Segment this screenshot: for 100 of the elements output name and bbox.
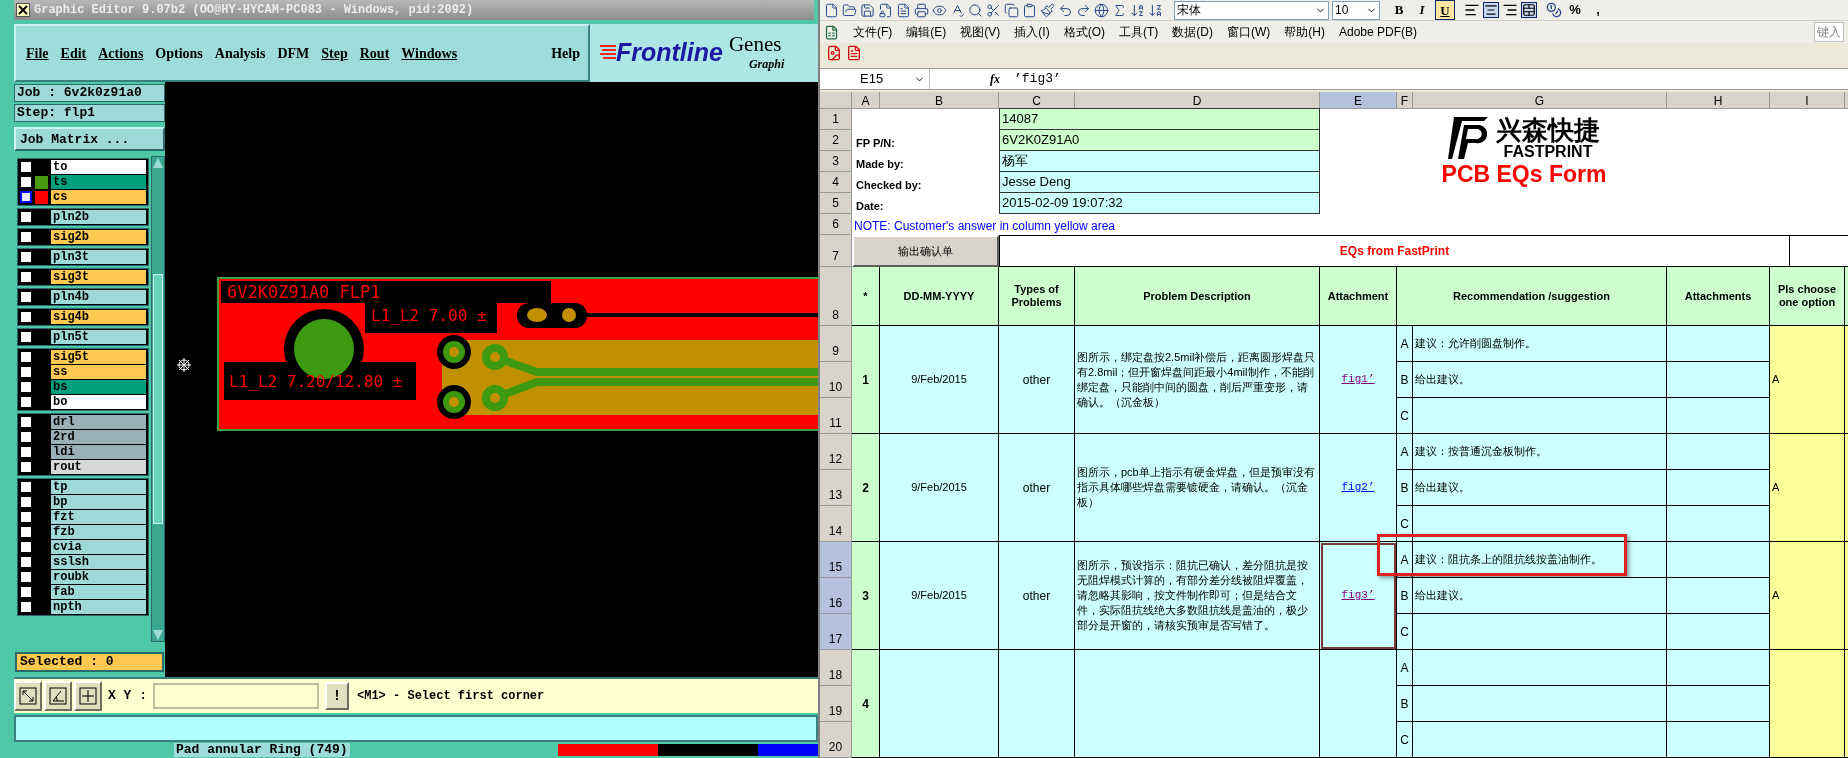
scrollbar[interactable]	[151, 156, 165, 643]
menu-item[interactable]: DFM	[277, 42, 310, 64]
layer-checkbox[interactable]	[20, 416, 32, 429]
layer-name[interactable]: fzb	[51, 525, 146, 540]
row-header[interactable]: 5	[820, 193, 852, 214]
job-matrix-button[interactable]: Job Matrix ...	[14, 127, 165, 152]
layer-checkbox[interactable]	[20, 601, 32, 614]
layer-name[interactable]: bs	[51, 380, 146, 395]
layer-checkbox[interactable]	[20, 481, 32, 494]
print-preview-icon[interactable]	[932, 2, 947, 18]
layer-checkbox[interactable]	[20, 431, 32, 444]
angle-icon[interactable]	[44, 681, 72, 712]
table-cell[interactable]: fig1’	[1320, 326, 1397, 434]
spreadsheet-icon[interactable]	[824, 24, 839, 40]
function-label[interactable]: fx	[990, 70, 1010, 88]
layer-name[interactable]: sig4b	[51, 310, 146, 325]
layer-name[interactable]: fzt	[51, 510, 146, 525]
currency-icon[interactable]	[1546, 2, 1562, 19]
table-cell[interactable]	[1320, 650, 1397, 758]
research-icon[interactable]	[968, 2, 983, 18]
column-header[interactable]: E	[1320, 92, 1397, 109]
layer-checkbox[interactable]	[20, 461, 32, 474]
layer-checkbox[interactable]	[20, 176, 32, 189]
layer-name[interactable]: pln4b	[51, 290, 146, 305]
scrollbar-thumb[interactable]	[153, 274, 163, 525]
layer-name[interactable]: bp	[51, 495, 146, 510]
row-header[interactable]: 6	[820, 214, 852, 235]
format-painter-icon[interactable]	[1040, 2, 1055, 18]
close-icon[interactable]	[16, 2, 30, 17]
layer-checkbox[interactable]	[20, 366, 32, 379]
menu-item[interactable]: 视图(V)	[960, 23, 1001, 42]
layer-name[interactable]: sig2b	[51, 230, 146, 245]
permission-icon[interactable]	[878, 2, 893, 18]
layer-checkbox[interactable]	[20, 541, 32, 554]
menu-item[interactable]: 帮助(H)	[1284, 23, 1325, 42]
menu-item[interactable]: 插入(I)	[1014, 23, 1050, 42]
layer-checkbox[interactable]	[20, 271, 32, 284]
row-header[interactable]: 17	[820, 614, 852, 650]
font-size-field[interactable]: 10	[1332, 0, 1380, 20]
hyperlink-icon[interactable]	[1094, 2, 1109, 18]
attachment-link[interactable]: fig3’	[1341, 587, 1375, 604]
layer-name[interactable]: pln5t	[51, 330, 146, 345]
menu-item[interactable]: 窗口(W)	[1227, 23, 1271, 42]
layer-name[interactable]: pln2b	[51, 210, 146, 225]
layer-checkbox[interactable]	[20, 251, 32, 264]
align-center-icon[interactable]	[1483, 2, 1499, 19]
menu-item[interactable]: Help	[551, 42, 580, 64]
table-cell[interactable]: fig2’	[1320, 434, 1397, 542]
layer-checkbox[interactable]	[20, 586, 32, 599]
layer-name[interactable]: drl	[51, 415, 146, 430]
spell-check-icon[interactable]	[950, 2, 965, 18]
menu-item[interactable]: 数据(D)	[1172, 23, 1213, 42]
open-folder-icon[interactable]	[842, 2, 857, 18]
layer-name[interactable]: ts	[51, 175, 146, 190]
menu-item[interactable]: Analysis	[214, 42, 266, 64]
column-header[interactable]: G	[1413, 92, 1667, 109]
font-field[interactable]: 宋体	[1174, 0, 1329, 20]
layer-checkbox[interactable]	[20, 191, 32, 204]
row-header[interactable]: 2	[820, 130, 852, 151]
row-header[interactable]: 12	[820, 434, 852, 470]
coordinate-input[interactable]	[153, 683, 319, 710]
menu-item[interactable]: Options	[155, 42, 203, 64]
layer-name[interactable]: sig3t	[51, 270, 146, 285]
layer-name[interactable]: sig5t	[51, 350, 146, 365]
menu-item[interactable]: Windows	[401, 42, 458, 64]
comma-button[interactable]: ,	[1588, 0, 1608, 21]
row-header[interactable]: 11	[820, 398, 852, 434]
sum-icon[interactable]	[1112, 2, 1127, 18]
layer-name[interactable]: bo	[51, 395, 146, 410]
menu-item[interactable]: File	[26, 42, 49, 64]
paste-icon[interactable]	[1022, 2, 1037, 18]
help-search-field[interactable]: 键入	[1814, 22, 1844, 43]
undo-icon[interactable]	[1058, 2, 1073, 18]
menu-item[interactable]: Step	[321, 42, 348, 64]
row-header[interactable]: 9	[820, 326, 852, 362]
cut-icon[interactable]	[986, 2, 1001, 18]
layer-name[interactable]: cs	[51, 190, 146, 205]
column-header[interactable]: B	[880, 92, 999, 109]
layer-checkbox[interactable]	[20, 331, 32, 344]
formula-field[interactable]: ’fig3’	[1010, 69, 1848, 89]
row-header[interactable]: 18	[820, 650, 852, 686]
row-header[interactable]: 20	[820, 722, 852, 758]
layer-checkbox[interactable]	[20, 291, 32, 304]
layer-checkbox[interactable]	[20, 231, 32, 244]
name-box[interactable]: E15	[820, 69, 930, 89]
redo-icon[interactable]	[1076, 2, 1091, 18]
row-header[interactable]: 10	[820, 362, 852, 398]
layer-name[interactable]: pln3t	[51, 250, 146, 265]
row-header[interactable]: 8	[820, 267, 852, 326]
percent-button[interactable]: %	[1565, 0, 1585, 21]
new-document-icon[interactable]	[824, 2, 839, 18]
menu-item[interactable]: 工具(T)	[1119, 23, 1159, 42]
export-button[interactable]: 输出确认单	[852, 235, 999, 267]
menu-item[interactable]: Adobe PDF(B)	[1339, 23, 1417, 42]
layer-name[interactable]: sslsh	[51, 555, 146, 570]
print-icon[interactable]	[914, 2, 929, 18]
row-header[interactable]: 15	[820, 542, 852, 578]
menu-item[interactable]: 文件(F)	[853, 23, 893, 42]
layer-checkbox[interactable]	[20, 556, 32, 569]
row-header[interactable]: 3	[820, 151, 852, 172]
